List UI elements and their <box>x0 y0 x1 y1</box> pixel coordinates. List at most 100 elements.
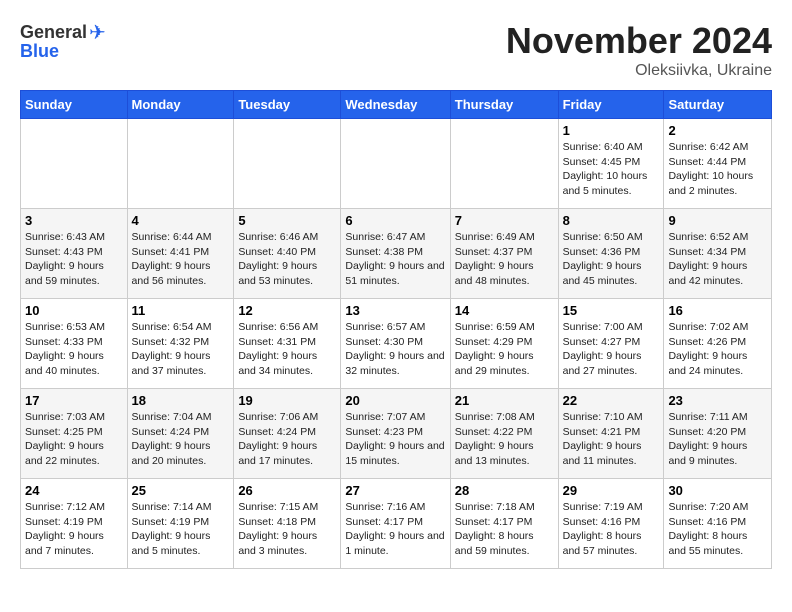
day-cell: 6 Sunrise: 6:47 AM Sunset: 4:38 PM Daylig… <box>341 209 450 299</box>
weekday-header-sunday: Sunday <box>21 91 128 119</box>
day-cell: 14 Sunrise: 6:59 AM Sunset: 4:29 PM Dayli… <box>450 299 558 389</box>
day-cell: 5 Sunrise: 6:46 AM Sunset: 4:40 PM Daylig… <box>234 209 341 299</box>
day-info: Sunrise: 7:15 AM Sunset: 4:18 PM Dayligh… <box>238 500 336 559</box>
day-cell: 22 Sunrise: 7:10 AM Sunset: 4:21 PM Dayli… <box>558 389 664 479</box>
week-row-2: 3 Sunrise: 6:43 AM Sunset: 4:43 PM Daylig… <box>21 209 772 299</box>
day-number: 14 <box>455 303 554 318</box>
header: General ✈ Blue November 2024 Oleksiivka,… <box>20 20 772 80</box>
day-cell: 23 Sunrise: 7:11 AM Sunset: 4:20 PM Dayli… <box>664 389 772 479</box>
month-title: November 2024 <box>506 20 772 62</box>
day-info: Sunrise: 7:12 AM Sunset: 4:19 PM Dayligh… <box>25 500 123 559</box>
day-number: 27 <box>345 483 445 498</box>
day-number: 4 <box>132 213 230 228</box>
day-number: 12 <box>238 303 336 318</box>
day-cell: 13 Sunrise: 6:57 AM Sunset: 4:30 PM Dayli… <box>341 299 450 389</box>
day-cell: 17Sunrise: 7:03 AM Sunset: 4:25 PM Dayli… <box>21 389 128 479</box>
title-section: November 2024 Oleksiivka, Ukraine <box>506 20 772 80</box>
day-number: 8 <box>563 213 660 228</box>
weekday-header-saturday: Saturday <box>664 91 772 119</box>
week-row-4: 17Sunrise: 7:03 AM Sunset: 4:25 PM Dayli… <box>21 389 772 479</box>
day-cell: 25 Sunrise: 7:14 AM Sunset: 4:19 PM Dayli… <box>127 479 234 569</box>
day-cell: 21 Sunrise: 7:08 AM Sunset: 4:22 PM Dayli… <box>450 389 558 479</box>
week-row-3: 10 Sunrise: 6:53 AM Sunset: 4:33 PM Dayli… <box>21 299 772 389</box>
day-cell: 11 Sunrise: 6:54 AM Sunset: 4:32 PM Dayli… <box>127 299 234 389</box>
day-info: Sunrise: 7:02 AM Sunset: 4:26 PM Dayligh… <box>668 320 767 379</box>
day-info: Sunrise: 7:19 AM Sunset: 4:16 PM Dayligh… <box>563 500 660 559</box>
day-info: Sunrise: 6:57 AM Sunset: 4:30 PM Dayligh… <box>345 320 445 379</box>
day-cell: 16 Sunrise: 7:02 AM Sunset: 4:26 PM Dayli… <box>664 299 772 389</box>
day-info: Sunrise: 6:54 AM Sunset: 4:32 PM Dayligh… <box>132 320 230 379</box>
day-info: Sunrise: 7:04 AM Sunset: 4:24 PM Dayligh… <box>132 410 230 469</box>
day-number: 7 <box>455 213 554 228</box>
day-cell: 9Sunrise: 6:52 AM Sunset: 4:34 PM Daylig… <box>664 209 772 299</box>
day-cell: 19Sunrise: 7:06 AM Sunset: 4:24 PM Dayli… <box>234 389 341 479</box>
day-cell <box>234 119 341 209</box>
day-cell: 28 Sunrise: 7:18 AM Sunset: 4:17 PM Dayli… <box>450 479 558 569</box>
day-number: 18 <box>132 393 230 408</box>
day-info: Sunrise: 6:47 AM Sunset: 4:38 PM Dayligh… <box>345 230 445 289</box>
day-info: Sunrise: 6:59 AM Sunset: 4:29 PM Dayligh… <box>455 320 554 379</box>
day-info: Sunrise: 6:53 AM Sunset: 4:33 PM Dayligh… <box>25 320 123 379</box>
week-row-1: 1Sunrise: 6:40 AM Sunset: 4:45 PM Daylig… <box>21 119 772 209</box>
day-number: 25 <box>132 483 230 498</box>
day-number: 10 <box>25 303 123 318</box>
day-number: 6 <box>345 213 445 228</box>
weekday-header-monday: Monday <box>127 91 234 119</box>
logo: General ✈ Blue <box>20 20 106 62</box>
weekday-header-friday: Friday <box>558 91 664 119</box>
day-info: Sunrise: 6:52 AM Sunset: 4:34 PM Dayligh… <box>668 230 767 289</box>
day-number: 30 <box>668 483 767 498</box>
day-number: 22 <box>563 393 660 408</box>
day-cell: 24 Sunrise: 7:12 AM Sunset: 4:19 PM Dayli… <box>21 479 128 569</box>
day-info: Sunrise: 6:44 AM Sunset: 4:41 PM Dayligh… <box>132 230 230 289</box>
logo-general-text: General <box>20 22 87 43</box>
day-number: 3 <box>25 213 123 228</box>
weekday-header-row: SundayMondayTuesdayWednesdayThursdayFrid… <box>21 91 772 119</box>
day-number: 11 <box>132 303 230 318</box>
day-info: Sunrise: 7:10 AM Sunset: 4:21 PM Dayligh… <box>563 410 660 469</box>
day-info: Sunrise: 7:18 AM Sunset: 4:17 PM Dayligh… <box>455 500 554 559</box>
day-info: Sunrise: 7:03 AM Sunset: 4:25 PM Dayligh… <box>25 410 123 469</box>
day-info: Sunrise: 7:20 AM Sunset: 4:16 PM Dayligh… <box>668 500 767 559</box>
day-cell: 30 Sunrise: 7:20 AM Sunset: 4:16 PM Dayli… <box>664 479 772 569</box>
day-info: Sunrise: 6:46 AM Sunset: 4:40 PM Dayligh… <box>238 230 336 289</box>
day-number: 21 <box>455 393 554 408</box>
day-cell: 27 Sunrise: 7:16 AM Sunset: 4:17 PM Dayli… <box>341 479 450 569</box>
day-number: 16 <box>668 303 767 318</box>
day-number: 5 <box>238 213 336 228</box>
day-cell <box>127 119 234 209</box>
day-info: Sunrise: 6:40 AM Sunset: 4:45 PM Dayligh… <box>563 140 660 199</box>
day-number: 15 <box>563 303 660 318</box>
day-cell: 29 Sunrise: 7:19 AM Sunset: 4:16 PM Dayli… <box>558 479 664 569</box>
day-number: 20 <box>345 393 445 408</box>
day-number: 23 <box>668 393 767 408</box>
day-cell <box>21 119 128 209</box>
day-info: Sunrise: 7:11 AM Sunset: 4:20 PM Dayligh… <box>668 410 767 469</box>
calendar-table: SundayMondayTuesdayWednesdayThursdayFrid… <box>20 90 772 569</box>
day-cell: 8Sunrise: 6:50 AM Sunset: 4:36 PM Daylig… <box>558 209 664 299</box>
day-info: Sunrise: 6:43 AM Sunset: 4:43 PM Dayligh… <box>25 230 123 289</box>
day-number: 13 <box>345 303 445 318</box>
day-cell: 15Sunrise: 7:00 AM Sunset: 4:27 PM Dayli… <box>558 299 664 389</box>
day-info: Sunrise: 7:08 AM Sunset: 4:22 PM Dayligh… <box>455 410 554 469</box>
logo-icon: ✈ <box>89 20 106 45</box>
week-row-5: 24 Sunrise: 7:12 AM Sunset: 4:19 PM Dayli… <box>21 479 772 569</box>
day-info: Sunrise: 7:07 AM Sunset: 4:23 PM Dayligh… <box>345 410 445 469</box>
day-info: Sunrise: 6:42 AM Sunset: 4:44 PM Dayligh… <box>668 140 767 199</box>
day-cell: 4 Sunrise: 6:44 AM Sunset: 4:41 PM Daylig… <box>127 209 234 299</box>
day-info: Sunrise: 7:14 AM Sunset: 4:19 PM Dayligh… <box>132 500 230 559</box>
day-number: 24 <box>25 483 123 498</box>
day-number: 29 <box>563 483 660 498</box>
day-cell: 20 Sunrise: 7:07 AM Sunset: 4:23 PM Dayli… <box>341 389 450 479</box>
day-number: 28 <box>455 483 554 498</box>
day-info: Sunrise: 7:16 AM Sunset: 4:17 PM Dayligh… <box>345 500 445 559</box>
day-cell: 18 Sunrise: 7:04 AM Sunset: 4:24 PM Dayli… <box>127 389 234 479</box>
day-cell: 26 Sunrise: 7:15 AM Sunset: 4:18 PM Dayli… <box>234 479 341 569</box>
day-cell: 12Sunrise: 6:56 AM Sunset: 4:31 PM Dayli… <box>234 299 341 389</box>
day-cell <box>450 119 558 209</box>
day-cell: 2Sunrise: 6:42 AM Sunset: 4:44 PM Daylig… <box>664 119 772 209</box>
day-cell: 3 Sunrise: 6:43 AM Sunset: 4:43 PM Daylig… <box>21 209 128 299</box>
weekday-header-tuesday: Tuesday <box>234 91 341 119</box>
day-number: 26 <box>238 483 336 498</box>
weekday-header-thursday: Thursday <box>450 91 558 119</box>
